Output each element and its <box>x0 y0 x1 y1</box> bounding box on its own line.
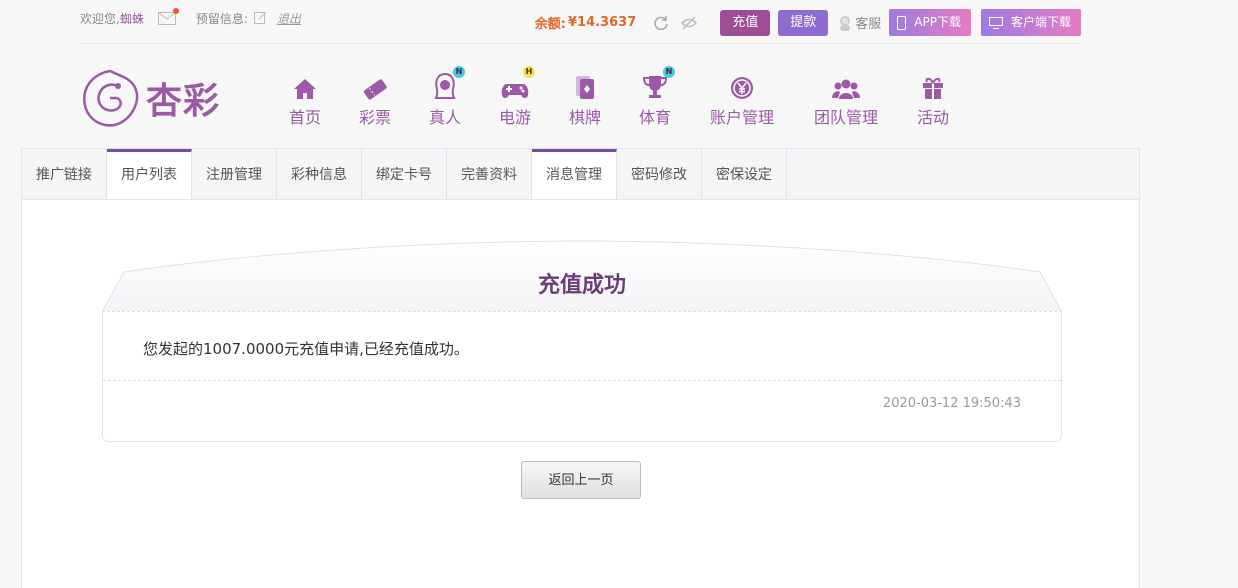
message-timestamp: 2020-03-12 19:50:43 <box>882 396 1021 411</box>
nav-label: 账户管理 <box>709 108 774 127</box>
withdraw-button[interactable]: 提款 <box>778 9 829 36</box>
gamepad-icon <box>501 84 529 98</box>
hot-badge: H <box>523 66 535 78</box>
nav-label: 真人 <box>428 108 461 127</box>
user-info: 欢迎您, 蜘蛛 预留信息: 退出 <box>80 8 301 27</box>
nav-label: 电游 <box>498 108 531 127</box>
tab-user-list[interactable]: 用户列表 <box>107 149 192 199</box>
nav-item-lottery[interactable]: 彩票 <box>340 70 410 128</box>
nav-item-chess[interactable]: 棋牌 <box>550 70 620 128</box>
hide-balance-icon[interactable] <box>680 14 698 32</box>
client-download-button[interactable]: 客户端下载 <box>980 9 1081 36</box>
gift-icon <box>923 77 943 99</box>
trophy-icon <box>642 76 668 98</box>
logout-link[interactable]: 退出 <box>277 10 301 27</box>
account-actions: 余额: ¥14.3637 充值 提款 客服 APP下载 客户端下载 <box>535 9 1081 36</box>
username[interactable]: 蜘蛛 <box>120 10 144 27</box>
main-nav: 首页 彩票 N 真人 H 电游 棋牌 N 体育 账户管理 团队管理 活动 <box>270 66 968 128</box>
balance-label: 余额: <box>534 17 566 32</box>
cards-icon <box>576 76 594 99</box>
message-title: 充值成功 <box>537 273 626 298</box>
refresh-icon[interactable] <box>652 14 670 32</box>
tab-security[interactable]: 密保设定 <box>702 149 787 199</box>
message-text: 您发起的1007.0000元充值申请,已经充值成功。 <box>143 340 469 358</box>
nav-label: 彩票 <box>358 108 391 127</box>
customer-service-button[interactable]: 客服 <box>838 13 881 32</box>
nav-item-promotions[interactable]: 活动 <box>898 70 968 128</box>
mail-icon[interactable] <box>157 8 179 25</box>
tab-messages[interactable]: 消息管理 <box>532 149 617 199</box>
new-badge: N <box>453 66 465 78</box>
nav-item-egames[interactable]: H 电游 <box>480 66 550 128</box>
home-icon <box>294 79 316 99</box>
welcome-text: 欢迎您, <box>80 12 120 26</box>
team-icon <box>832 79 860 99</box>
tab-registration[interactable]: 注册管理 <box>192 149 277 199</box>
tab-lottery-info[interactable]: 彩种信息 <box>277 149 362 199</box>
nav-item-team[interactable]: 团队管理 <box>794 70 898 128</box>
message-body: 您发起的1007.0000元充值申请,已经充值成功。 2020-03-12 19… <box>102 311 1062 442</box>
unread-dot <box>172 8 179 14</box>
balance-value: ¥14.3637 <box>567 15 637 30</box>
recharge-button[interactable]: 充值 <box>720 9 771 36</box>
site-logo[interactable]: 杏彩 <box>80 68 236 128</box>
new-badge: N <box>663 66 675 78</box>
nav-label: 棋牌 <box>568 108 601 127</box>
tab-promotion-link[interactable]: 推广链接 <box>22 149 107 199</box>
divider <box>103 380 1061 381</box>
tab-bind-card[interactable]: 绑定卡号 <box>362 149 447 199</box>
message-card: 充值成功 您发起的1007.0000元充值申请,已经充值成功。 2020-03-… <box>102 239 1062 442</box>
nav-label: 活动 <box>916 108 949 127</box>
ticket-icon <box>363 79 387 100</box>
customer-service-label: 客服 <box>855 17 882 32</box>
nav-label: 团队管理 <box>813 108 878 127</box>
nav-item-sports[interactable]: N 体育 <box>620 66 690 128</box>
nav-item-home[interactable]: 首页 <box>270 70 340 128</box>
tab-password[interactable]: 密码修改 <box>617 149 702 199</box>
nav-item-account[interactable]: 账户管理 <box>690 70 794 128</box>
content-panel: 推广链接 用户列表 注册管理 彩种信息 绑定卡号 完善资料 消息管理 密码修改 … <box>21 148 1140 588</box>
back-button[interactable]: 返回上一页 <box>521 461 641 499</box>
app-download-label: APP下载 <box>914 15 961 29</box>
client-download-label: 客户端下载 <box>1010 15 1071 29</box>
app-download-button[interactable]: APP下载 <box>889 9 971 36</box>
nav-item-live[interactable]: N 真人 <box>410 66 480 128</box>
phone-icon <box>897 15 907 30</box>
logo-emblem-icon <box>83 69 139 127</box>
top-bar: 欢迎您, 蜘蛛 预留信息: 退出 余额: ¥14.3637 充值 提款 客服 A… <box>80 0 1081 44</box>
reserved-info-label: 预留信息: <box>195 12 248 26</box>
monitor-icon <box>988 16 1003 29</box>
logo-text: 杏彩 <box>146 80 221 122</box>
nav-label: 首页 <box>288 108 321 127</box>
nav-label: 体育 <box>638 108 671 127</box>
tab-profile[interactable]: 完善资料 <box>447 149 532 199</box>
edit-icon[interactable] <box>253 11 267 27</box>
customer-service-icon <box>840 15 851 31</box>
yen-icon <box>731 77 753 99</box>
tab-bar: 推广链接 用户列表 注册管理 彩种信息 绑定卡号 完善资料 消息管理 密码修改 … <box>22 149 1139 200</box>
